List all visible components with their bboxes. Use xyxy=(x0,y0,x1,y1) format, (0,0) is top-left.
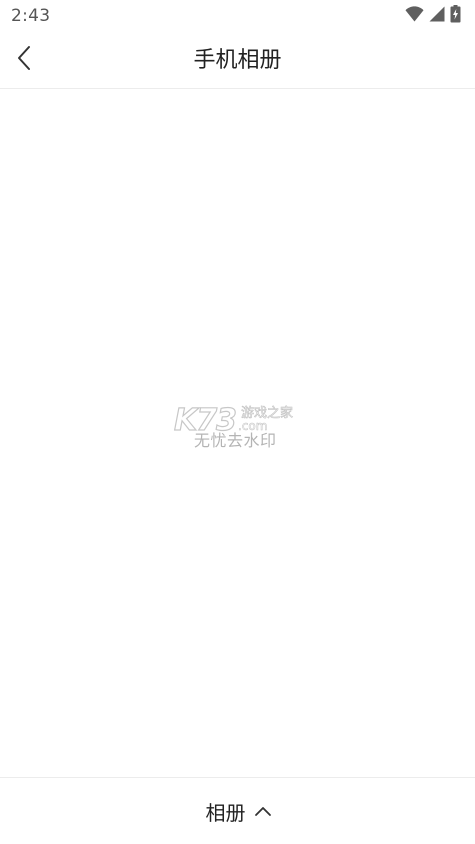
status-bar: 2:43 xyxy=(0,0,475,32)
album-selector-button[interactable]: 相册 xyxy=(206,797,272,826)
battery-charging-icon xyxy=(450,5,461,27)
album-label: 相册 xyxy=(205,800,246,825)
bottom-bar: 相册 xyxy=(0,777,475,844)
status-icons xyxy=(405,5,461,27)
chevron-left-icon xyxy=(16,45,32,75)
app-header: 手机相册 xyxy=(0,32,475,89)
watermark-caption: 无忧去水印 xyxy=(194,431,277,450)
photo-grid-area: K73 游戏之家 .com 无忧去水印 xyxy=(0,89,475,777)
page-title: 手机相册 xyxy=(193,48,282,73)
cellular-signal-icon xyxy=(429,6,445,26)
wifi-icon xyxy=(405,6,424,26)
watermark: K73 游戏之家 .com 无忧去水印 xyxy=(173,403,304,450)
photo-picker-screen: 2:43 手机相册 K73 游戏之家 .com 无忧去水印 相册 xyxy=(0,0,475,844)
chevron-up-icon xyxy=(254,802,272,821)
back-button[interactable] xyxy=(8,42,40,78)
status-time: 2:43 xyxy=(11,6,51,26)
